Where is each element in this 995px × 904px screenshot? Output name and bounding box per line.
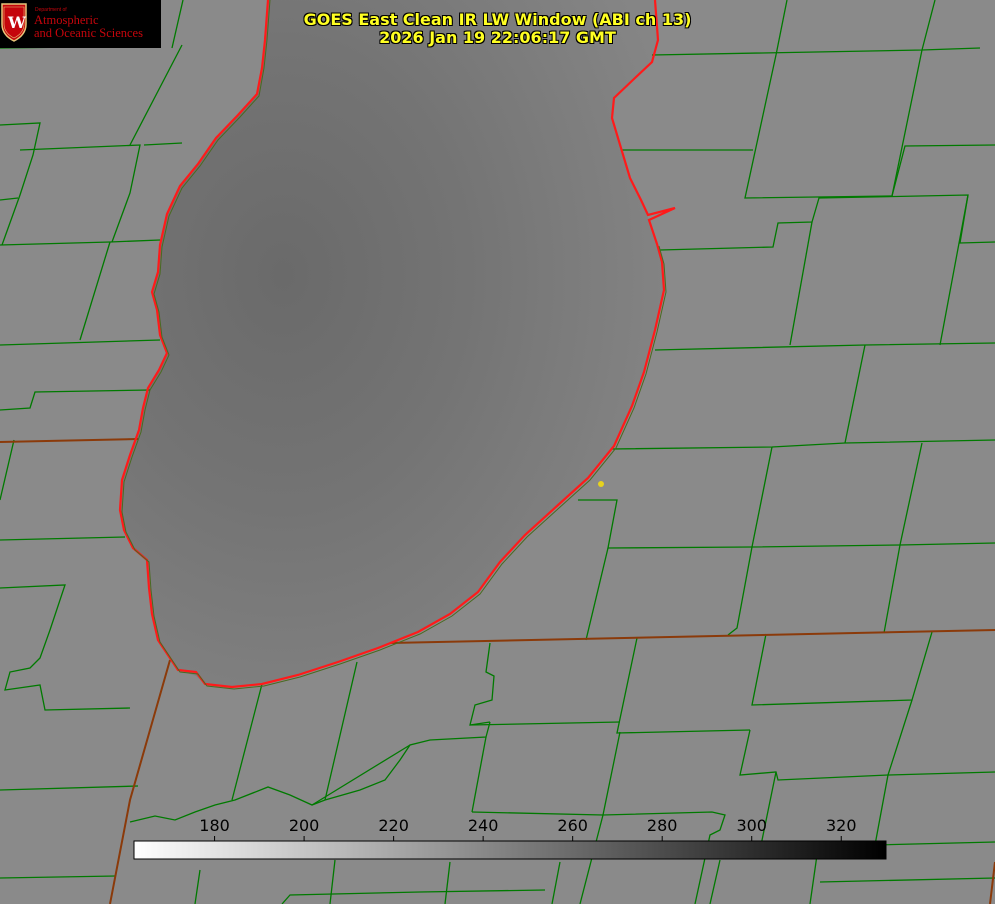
colorbar-tick-label: 240 [468,816,499,835]
colorbar-tick-label: 320 [826,816,857,835]
colorbar-tick-label: 180 [199,816,230,835]
colorbar-gradient [133,840,887,860]
colorbar-tick-label: 280 [647,816,678,835]
colorbar-tick-label: 220 [378,816,409,835]
seal-letter: W [8,13,26,32]
colorbar-tick-label: 300 [736,816,767,835]
yellow-dot-marker [598,481,604,487]
colorbar-tick-label: 200 [289,816,320,835]
logo-line2: and Oceanic Sciences [34,26,143,40]
colorbar-tick-label: 260 [557,816,588,835]
satellite-map: 180 200 220 240 260 280 300 320 GOES East Clean… [0,0,995,904]
aos-logo: W Department of Atmospheric and Oceanic … [0,0,161,48]
map-layers: 180 200 220 240 260 280 300 320 [0,0,995,904]
